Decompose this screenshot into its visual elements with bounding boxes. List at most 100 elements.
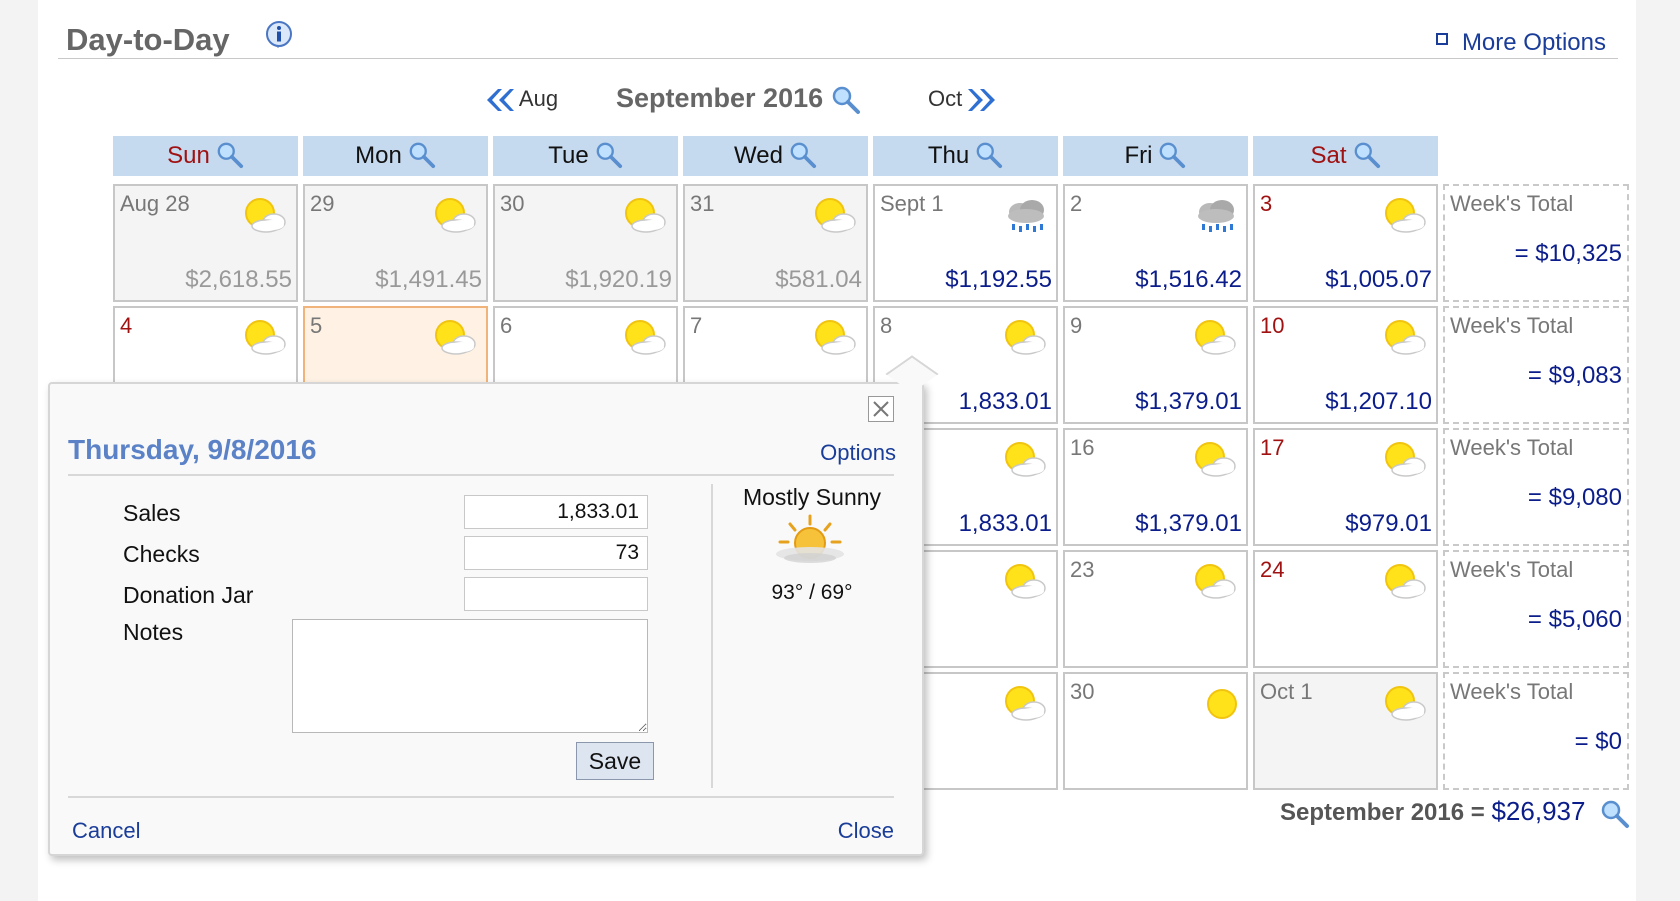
day-cell[interactable]: 24 [1253,550,1438,668]
day-number: 7 [690,313,703,338]
sunny-icon [1207,689,1237,719]
dow-label: Mon [355,142,402,169]
prev-month-label: Aug [518,86,559,111]
day-cell[interactable]: Aug 28 $2,618.55 [113,184,298,302]
page-header: Day-to-Day More Options [58,18,1618,59]
partly-cloudy-icon [435,320,476,355]
day-number: Aug 28 [120,191,190,216]
magnifier-icon[interactable] [789,141,817,169]
day-number: 8 [880,313,893,338]
weather-condition: Mostly Sunny [742,484,882,510]
week-total-label: Week's Total [1450,435,1574,460]
day-cell[interactable]: 31 $581.04 [683,184,868,302]
partly-cloudy-icon [435,198,476,233]
partly-cloudy-icon [1195,564,1236,599]
month-total-value: $26,937 [1491,796,1586,826]
day-cell[interactable]: 29 $1,491.45 [303,184,488,302]
dow-header-sun[interactable]: Sun [113,136,298,176]
dow-header-tue[interactable]: Tue [493,136,678,176]
day-cell[interactable]: 30 [1063,672,1248,790]
checks-input[interactable] [464,536,648,570]
day-number: 24 [1260,557,1285,582]
magnifier-icon[interactable] [216,141,244,169]
next-month-link[interactable]: Oct [928,86,998,113]
day-amount: 1,833.01 [958,510,1052,537]
day-cell[interactable]: Sept 1 $1,192.55 [873,184,1058,302]
day-number: Sept 1 [880,191,944,216]
square-icon [1435,32,1448,45]
partly-cloudy-icon [1385,442,1426,477]
info-icon[interactable] [265,20,293,48]
day-cell[interactable]: 3 $1,005.07 [1253,184,1438,302]
day-cell[interactable]: 2 $1,516.42 [1063,184,1248,302]
magnifier-icon[interactable] [1353,141,1381,169]
month-total-label: September 2016 = [1280,799,1485,826]
magnifier-icon[interactable] [975,141,1003,169]
partly-cloudy-icon [1385,320,1426,355]
day-amount: $1,516.42 [1135,266,1242,293]
checks-label: Checks [123,541,200,567]
day-cell[interactable]: 10 $1,207.10 [1253,306,1438,424]
day-amount: $1,379.01 [1135,388,1242,415]
day-amount: $1,192.55 [945,266,1052,293]
day-cell[interactable]: 30 $1,920.19 [493,184,678,302]
close-icon[interactable] [868,396,894,422]
month-title[interactable]: September 2016 [616,83,861,115]
dow-header-thu[interactable]: Thu [873,136,1058,176]
popup-options-link[interactable]: Options [820,440,896,466]
popup-title: Thursday, 9/8/2016 [68,434,317,465]
partly-cloudy-icon [245,320,286,355]
day-number: 16 [1070,435,1095,460]
partly-cloudy-icon [1005,564,1046,599]
day-cell[interactable]: 17 $979.01 [1253,428,1438,546]
dow-header-sat[interactable]: Sat [1253,136,1438,176]
week-total-label: Week's Total [1450,557,1574,582]
close-link[interactable]: Close [838,818,894,844]
dow-label: Wed [734,142,783,169]
partly-cloudy-icon [625,320,666,355]
partly-cloudy-icon [1005,686,1046,721]
day-cell[interactable]: 23 [1063,550,1248,668]
partly-cloudy-icon [1385,686,1426,721]
week-total-label: Week's Total [1450,679,1574,704]
week-total-cell: Week's Total = $5,060 [1443,550,1629,668]
dow-header-mon[interactable]: Mon [303,136,488,176]
mostly-sunny-icon [776,514,844,563]
weather-temps: 93° / 69° [771,581,853,604]
day-number: 10 [1260,313,1285,338]
day-number: 5 [310,313,323,338]
day-number: 17 [1260,435,1285,460]
divider [68,796,894,798]
notes-label: Notes [123,619,184,645]
save-button[interactable]: Save [576,742,654,780]
dow-label: Sat [1310,142,1347,169]
magnifier-icon[interactable] [408,141,436,169]
day-cell[interactable]: 9 $1,379.01 [1063,306,1248,424]
partly-cloudy-icon [1005,442,1046,477]
week-total-cell: Week's Total = $9,083 [1443,306,1629,424]
magnifier-icon[interactable] [831,85,861,115]
dow-header-wed[interactable]: Wed [683,136,868,176]
day-cell[interactable]: 16 $1,379.01 [1063,428,1248,546]
week-total-value: = $9,083 [1527,362,1622,389]
day-number: 9 [1070,313,1083,338]
more-options-link[interactable]: More Options [1435,29,1606,57]
donation-jar-input[interactable] [464,577,648,611]
week-total-label: Week's Total [1450,313,1574,338]
notes-textarea[interactable] [292,619,648,733]
prev-month-link[interactable]: Aug [484,86,558,113]
magnifier-icon[interactable] [1600,799,1630,829]
sales-input[interactable] [464,495,648,529]
week-total-value: = $0 [1574,728,1622,755]
magnifier-icon[interactable] [1158,141,1186,169]
dow-label: Sun [167,142,210,169]
month-navigation: Aug September 2016 Oct [38,83,1636,126]
day-cell[interactable]: Oct 1 [1253,672,1438,790]
cancel-link[interactable]: Cancel [72,818,140,844]
dow-header-fri[interactable]: Fri [1063,136,1248,176]
week-total-cell: Week's Total = $10,325 [1443,184,1629,302]
divider [68,474,894,476]
magnifier-icon[interactable] [595,141,623,169]
day-amount: $2,618.55 [185,266,292,293]
day-amount: $1,920.19 [565,266,672,293]
